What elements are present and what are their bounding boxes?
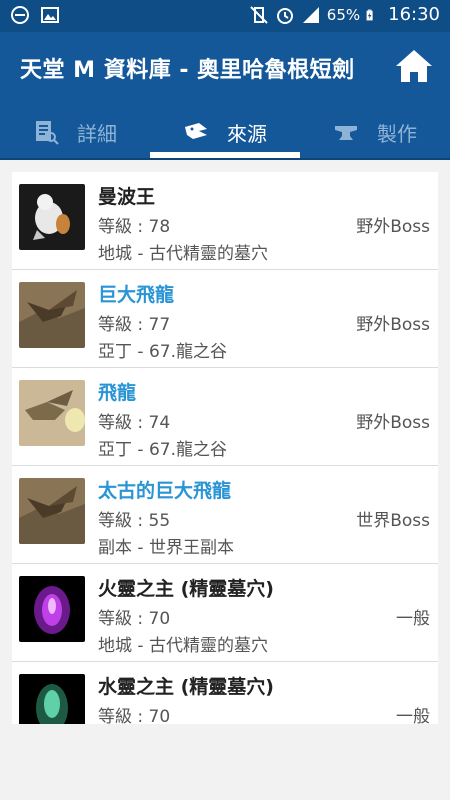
source-level: 等級 : 74 <box>98 413 171 433</box>
tab-divider <box>0 158 450 160</box>
list-item[interactable]: 飛龍 等級 : 74 野外Boss 亞丁 - 67.龍之谷 <box>12 368 438 466</box>
source-location: 亞丁 - 67.龍之谷 <box>98 342 227 362</box>
tab-sources-label: 來源 <box>227 121 267 146</box>
home-icon[interactable] <box>394 46 434 86</box>
monster-thumbnail <box>19 478 85 544</box>
source-type: 野外Boss <box>356 413 430 433</box>
tab-details[interactable]: 詳細 <box>0 104 150 160</box>
source-level: 等級 : 70 <box>98 609 171 629</box>
source-level: 等級 : 77 <box>98 315 171 335</box>
source-type: 野外Boss <box>356 217 430 237</box>
source-list: 曼波王 等級 : 78 野外Boss 地城 - 古代精靈的墓穴 巨大飛龍 等級 … <box>12 172 438 724</box>
dnd-minus-icon <box>11 6 29 24</box>
monster-thumbnail <box>19 282 85 348</box>
battery-charging-icon <box>366 9 373 20</box>
source-type: 一般 <box>396 609 430 629</box>
list-item[interactable]: 太古的巨大飛龍 等級 : 55 世界Boss 副本 - 世界王副本 <box>12 466 438 564</box>
tab-details-label: 詳細 <box>77 121 117 146</box>
status-bar: 65% 16:30 <box>0 0 450 32</box>
document-search-icon <box>36 121 59 145</box>
page-title: 天堂 M 資料庫 - 奧里哈魯根短劍 <box>20 58 355 83</box>
clock: 16:30 <box>388 4 440 25</box>
source-type: 世界Boss <box>356 511 430 531</box>
source-location: 地城 - 古代精靈的墓穴 <box>98 636 268 656</box>
source-location: 副本 - 世界王副本 <box>98 538 234 558</box>
signal-icon <box>302 6 319 23</box>
app-bar: 天堂 M 資料庫 - 奧里哈魯根短劍 <box>0 32 450 104</box>
source-name-link[interactable]: 飛龍 <box>98 378 136 405</box>
alarm-icon <box>276 7 293 24</box>
tab-crafting[interactable]: 製作 <box>300 104 450 160</box>
source-level: 等級 : 55 <box>98 511 171 531</box>
image-icon <box>41 7 59 23</box>
monster-thumbnail <box>19 380 85 446</box>
source-name: 火靈之主 (精靈墓穴) <box>98 578 274 600</box>
source-type: 一般 <box>396 707 430 724</box>
list-item[interactable]: 巨大飛龍 等級 : 77 野外Boss 亞丁 - 67.龍之谷 <box>12 270 438 368</box>
battery-percent: 65% <box>326 5 361 24</box>
monster-head-icon <box>185 123 207 139</box>
source-name-link[interactable]: 太古的巨大飛龍 <box>98 476 231 503</box>
monster-thumbnail <box>19 674 85 724</box>
mute-vibrate-icon <box>250 5 268 24</box>
list-item[interactable]: 曼波王 等級 : 78 野外Boss 地城 - 古代精靈的墓穴 <box>12 172 438 270</box>
source-name: 曼波王 <box>98 186 156 208</box>
source-location: 地城 - 古代精靈的墓穴 <box>98 244 268 264</box>
anvil-icon <box>335 126 357 140</box>
list-item[interactable]: 火靈之主 (精靈墓穴) 等級 : 70 一般 地城 - 古代精靈的墓穴 <box>12 564 438 662</box>
source-type: 野外Boss <box>356 315 430 335</box>
source-location: 亞丁 - 67.龍之谷 <box>98 440 227 460</box>
monster-thumbnail <box>19 576 85 642</box>
list-item[interactable]: 水靈之主 (精靈墓穴) 等級 : 70 一般 <box>12 662 438 724</box>
source-level: 等級 : 70 <box>98 707 171 724</box>
source-name-link[interactable]: 巨大飛龍 <box>98 280 174 307</box>
source-name: 水靈之主 (精靈墓穴) <box>98 676 274 698</box>
monster-thumbnail <box>19 184 85 250</box>
tab-crafting-label: 製作 <box>377 121 417 146</box>
source-level: 等級 : 78 <box>98 217 171 237</box>
